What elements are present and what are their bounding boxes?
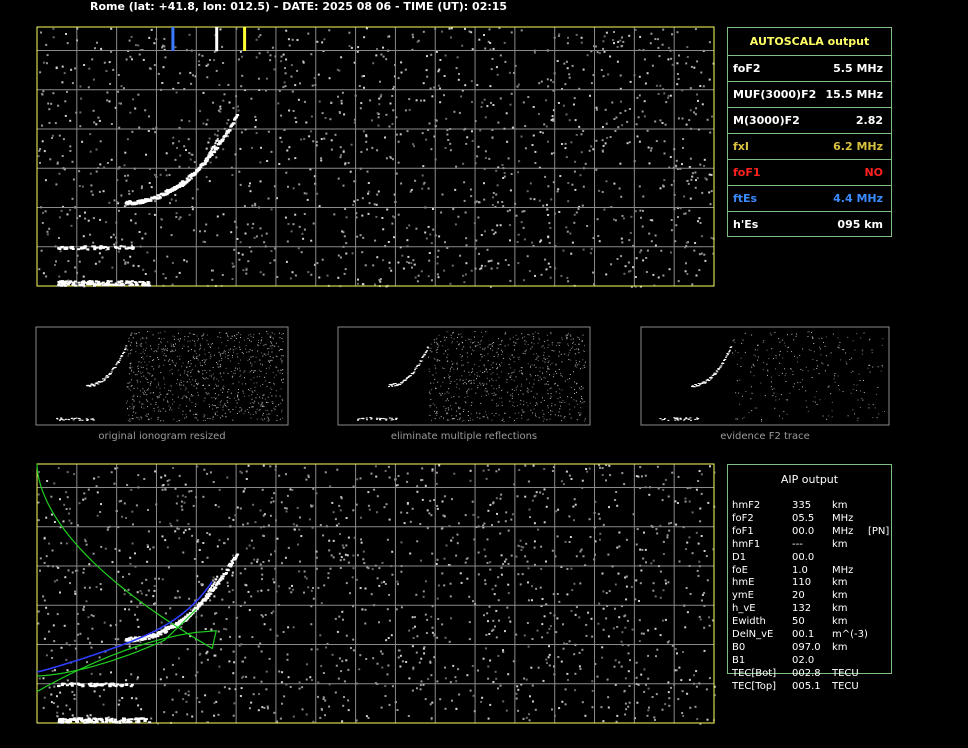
aip-unit: MHz: [832, 512, 854, 524]
main-ionogram-noise: [37, 27, 715, 288]
aip-name: Ewidth: [732, 616, 766, 628]
aip-name: foE: [732, 564, 748, 576]
aip-unit: TECU: [832, 667, 859, 679]
autoscala-row-fof2: foF2 5.5 MHz: [728, 55, 891, 82]
autoscala-label: MUF(3000)F2: [733, 88, 817, 101]
aip-name: TEC[Top]: [732, 680, 777, 692]
aip-value: 00.0: [792, 525, 815, 537]
aip-unit: km: [832, 641, 848, 653]
aip-unit: km: [832, 538, 848, 550]
aip-value: 110: [792, 577, 812, 589]
thumb-caption-f2: evidence F2 trace: [720, 431, 810, 442]
aip-unit: MHz: [832, 564, 854, 576]
autoscala-row-fof1: foF1 NO: [728, 159, 891, 186]
autoscala-row-ftes: ftEs 4.4 MHz: [728, 185, 891, 212]
autoscala-label: ftEs: [733, 192, 758, 205]
thumb-caption-multiple: eliminate multiple reflections: [390, 431, 538, 442]
autoscala-value: 2.82: [855, 114, 883, 127]
aip-value: ---: [792, 538, 803, 550]
marker-fxi-line: [243, 27, 247, 51]
frequency-markers: [171, 27, 247, 51]
main-ionogram-traces: [57, 114, 240, 287]
aip-name: D1: [732, 551, 747, 563]
aip-unit: km: [832, 590, 848, 602]
autoscala-title: AUTOSCALA output: [749, 35, 870, 48]
autoscala-label: h'Es: [733, 218, 759, 231]
aip-ionogram-grid: [37, 464, 714, 723]
aip-name: B1: [732, 654, 746, 666]
aip-fitted-trace: [36, 581, 213, 673]
autoscala-row-muf-3000-f2: MUF(3000)F2 15.5 MHz: [728, 81, 891, 108]
main-ionogram-grid: [37, 27, 714, 286]
thumb-original: [35, 326, 289, 426]
autoscala-label: fxI: [733, 140, 749, 153]
aip-unit: MHz: [832, 525, 854, 537]
aip-value: 1.0: [792, 564, 808, 576]
aip-value: 00.1: [792, 629, 815, 640]
aip-value: 132: [792, 603, 812, 615]
aip-value: 097.0: [792, 641, 821, 653]
autoscala-value: 4.4 MHz: [833, 192, 883, 205]
aip-profile-curve: [36, 463, 217, 693]
aip-title: AIP output: [780, 473, 839, 486]
autoscala-value: 15.5 MHz: [825, 88, 883, 101]
thumb-multiple-frame: [337, 326, 591, 426]
autoscala-value: NO: [864, 166, 883, 179]
autoscala-row-h-es: h'Es 095 km: [728, 211, 891, 238]
autoscala-value: 095 km: [837, 218, 883, 231]
aip-name: foF2: [732, 512, 754, 524]
aip-name: foF1: [732, 525, 754, 537]
autoscala-value: 6.2 MHz: [833, 140, 883, 153]
autoscala-label: foF1: [733, 166, 761, 179]
aip-unit: TECU: [832, 680, 859, 692]
autoscala-output-panel: AUTOSCALA output foF2 5.5 MHz MUF(3000)F2 1…: [727, 27, 892, 237]
aip-unit: km: [832, 500, 848, 511]
aip-value: 00.0: [792, 551, 815, 563]
aip-name: TEC[Bot]: [732, 667, 777, 679]
main-ionogram-plot: [36, 26, 715, 288]
aip-unit: km: [832, 603, 848, 615]
aip-name: h_vE: [732, 603, 756, 615]
thumb-multiple: [337, 326, 591, 426]
aip-name: hmF1: [732, 538, 761, 550]
aip-value: 005.1: [792, 680, 821, 692]
aip-name: DelN_vE: [732, 629, 774, 640]
aip-ionogram-traces: [57, 553, 240, 724]
thumb-f2-frame: [640, 326, 890, 426]
aip-name: B0: [732, 641, 746, 653]
aip-value: 20: [792, 590, 805, 602]
autoscala-value: 5.5 MHz: [833, 62, 883, 75]
aip-value: 50: [792, 616, 805, 628]
aip-value: 335: [792, 500, 812, 511]
aip-value: 05.5: [792, 512, 815, 524]
aip-ionogram-plot: [36, 463, 716, 725]
aip-unit: m^(-3): [832, 629, 868, 640]
aip-value: 02.0: [792, 654, 815, 666]
autoscala-row-fxi: fxI 6.2 MHz: [728, 133, 891, 160]
thumb-f2: [640, 326, 890, 426]
autoscala-label: M(3000)F2: [733, 114, 800, 127]
aip-name: hmF2: [732, 500, 761, 511]
autoscala-label: foF2: [733, 62, 761, 75]
autoscala-row-m-3000-f2: M(3000)F2 2.82: [728, 107, 891, 134]
aip-value: 002.8: [792, 667, 821, 679]
marker-ftes-line: [171, 27, 175, 51]
aip-extra: [PN]: [868, 525, 890, 537]
aip-name: ymE: [732, 590, 754, 602]
marker-fof2-line: [215, 27, 219, 51]
thumb-caption-original: original ionogram resized: [98, 431, 226, 442]
aip-unit: km: [832, 577, 848, 589]
aip-name: hmE: [732, 577, 755, 589]
aip-ionogram-noise: [37, 464, 716, 725]
aip-unit: km: [832, 616, 848, 628]
thumb-original-frame: [35, 326, 289, 426]
